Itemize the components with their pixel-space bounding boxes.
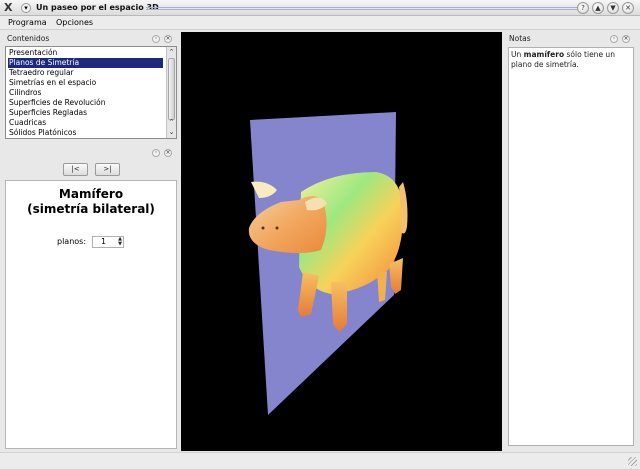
scrollbar-thumb[interactable] bbox=[168, 58, 175, 120]
notes-text-bold: mamífero bbox=[523, 50, 565, 59]
list-item[interactable]: Cuadricas bbox=[8, 118, 163, 128]
contents-dock-float-button[interactable]: ◦ bbox=[152, 35, 160, 43]
scroll-down-icon[interactable]: ⌄ bbox=[167, 127, 176, 137]
info-panel: Mamífero (simetría bilateral) planos: 1 … bbox=[5, 180, 177, 449]
planos-value[interactable]: 1 bbox=[101, 237, 106, 247]
list-item[interactable]: Superficies Regladas bbox=[8, 108, 163, 118]
resize-grip-icon[interactable] bbox=[628, 457, 637, 466]
planos-label: planos: bbox=[57, 237, 87, 246]
list-item[interactable]: Simetrías en el espacio bbox=[8, 78, 163, 88]
window-title: Un paseo por el espacio 3D bbox=[36, 3, 159, 12]
last-button[interactable]: >| bbox=[95, 163, 120, 176]
menu-programa[interactable]: Programa bbox=[6, 17, 49, 29]
menu-bar: Programa Opciones bbox=[0, 16, 640, 30]
titlebar-decoration bbox=[146, 7, 582, 10]
contents-dock-close-button[interactable]: × bbox=[164, 35, 172, 43]
info-subheading: (simetría bilateral) bbox=[27, 202, 155, 216]
minimize-button[interactable]: ▲ bbox=[592, 2, 604, 14]
notes-dock-float-button[interactable]: ◦ bbox=[610, 35, 618, 43]
scroll-up-icon[interactable]: ⌃ bbox=[167, 117, 176, 127]
status-bar bbox=[0, 452, 640, 469]
menu-opciones[interactable]: Opciones bbox=[54, 17, 95, 29]
notes-dock-title: Notas bbox=[509, 34, 531, 43]
3d-viewport[interactable] bbox=[181, 32, 502, 451]
notes-text-before: Un bbox=[511, 50, 524, 59]
notes-text: Un mamífero sólo tiene un plano de simet… bbox=[511, 50, 631, 70]
notes-panel: Un mamífero sólo tiene un plano de simet… bbox=[508, 47, 634, 446]
scroll-up-icon[interactable]: ⌃ bbox=[167, 47, 176, 57]
contents-dock-title: Contenidos bbox=[7, 34, 50, 43]
list-item[interactable]: Tetraedro regular bbox=[8, 68, 163, 78]
notes-dock-close-button[interactable]: × bbox=[622, 35, 630, 43]
spin-down-icon[interactable]: ▼ bbox=[118, 242, 122, 247]
info-dock-float-button[interactable]: ◦ bbox=[152, 149, 160, 157]
first-button[interactable]: |< bbox=[63, 163, 88, 176]
info-heading: Mamífero bbox=[58, 187, 124, 201]
app-icon[interactable]: X bbox=[4, 1, 12, 14]
list-item[interactable]: Superficies de Revolución bbox=[8, 98, 163, 108]
contents-scrollbar[interactable]: ⌃ ⌃ ⌄ bbox=[166, 47, 176, 138]
window-menu-button[interactable]: ▾ bbox=[21, 3, 31, 13]
list-item[interactable]: Cilindros bbox=[8, 88, 163, 98]
info-dock-close-button[interactable]: × bbox=[164, 149, 172, 157]
contents-list[interactable]: Presentación Planos de Simetría Tetraedr… bbox=[5, 46, 177, 139]
list-item[interactable]: Sólidos Platónicos bbox=[8, 128, 163, 138]
planos-spinbox[interactable]: 1 ▲ ▼ bbox=[92, 236, 124, 248]
help-button[interactable]: ? bbox=[577, 2, 589, 14]
close-window-button[interactable]: ✕ bbox=[622, 2, 634, 14]
list-item-selected[interactable]: Planos de Simetría bbox=[8, 58, 163, 68]
maximize-button[interactable]: ▼ bbox=[607, 2, 619, 14]
list-item[interactable]: Presentación bbox=[8, 48, 163, 58]
scene-render bbox=[248, 112, 408, 415]
title-bar[interactable]: X ▾ Un paseo por el espacio 3D ? ▲ ▼ ✕ bbox=[0, 0, 640, 16]
